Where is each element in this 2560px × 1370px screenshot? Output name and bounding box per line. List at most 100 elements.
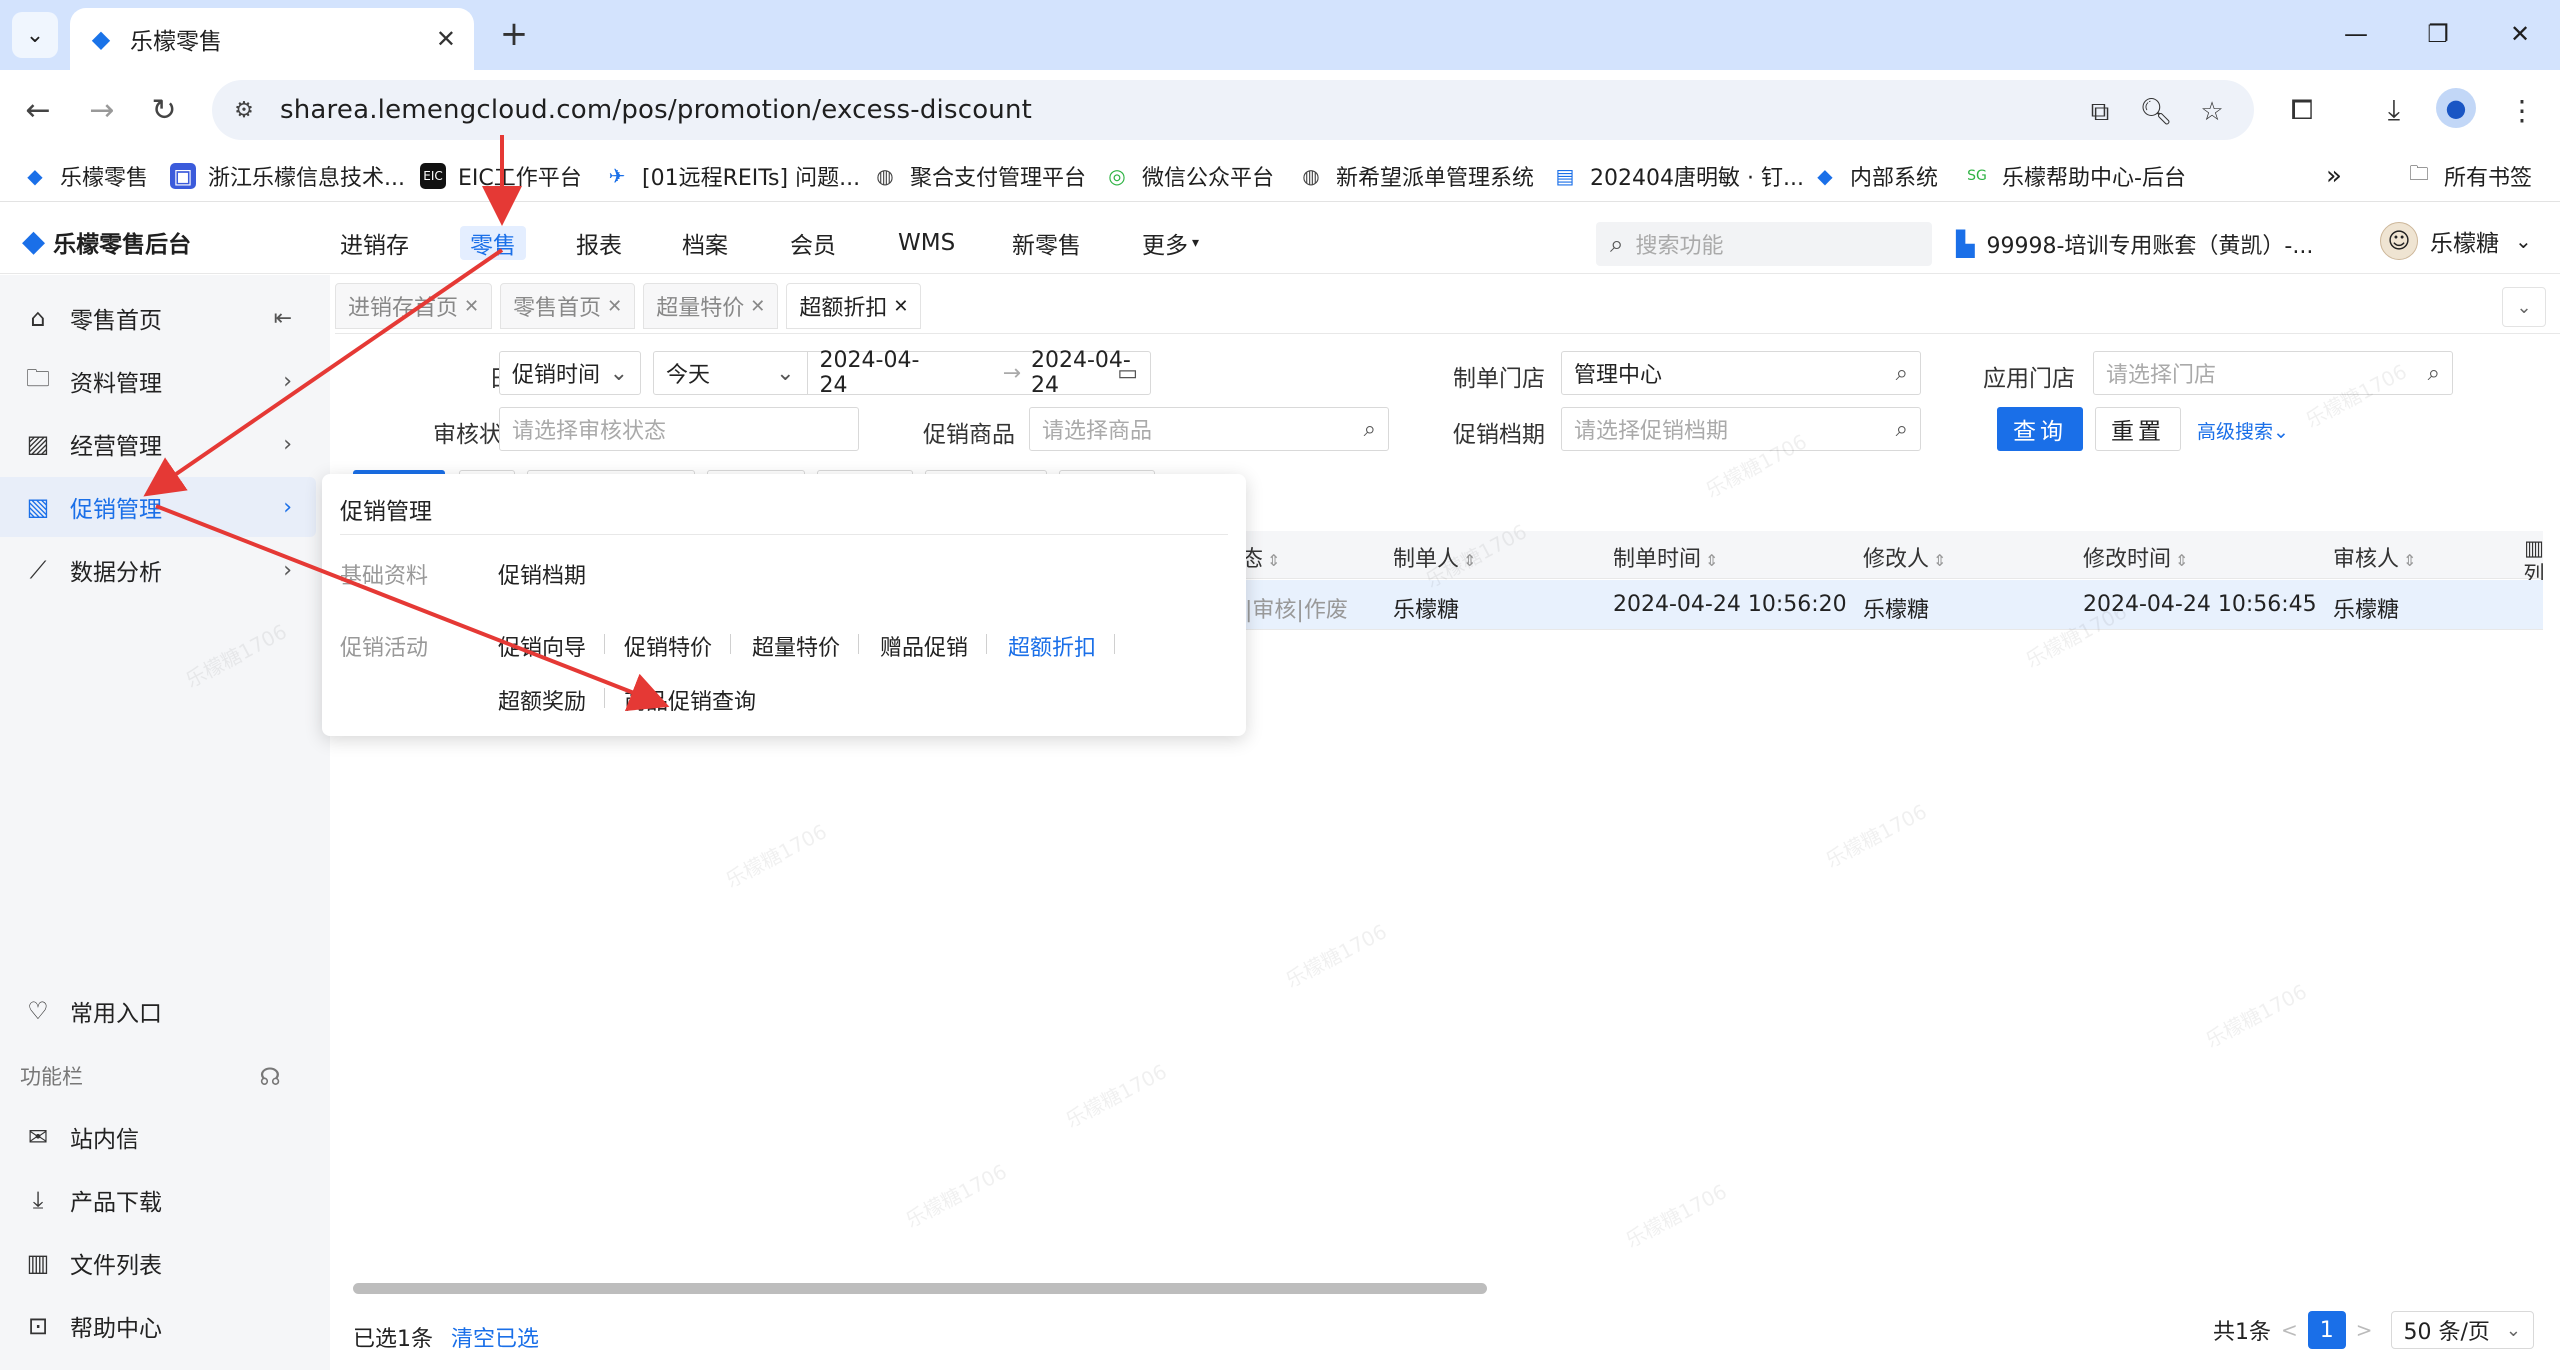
sidebar-item-product-download[interactable]: ⤓ 产品下载 [0, 1170, 316, 1230]
topnav-more[interactable]: 更多 ▾ [1142, 226, 1199, 260]
tab-search-chevron-icon[interactable]: ⌄ [12, 12, 58, 58]
bookmark-item[interactable]: ◍ 新希望派单管理系统 [1298, 158, 1534, 194]
topnav-jinxiaocun[interactable]: 进销存 [340, 226, 409, 260]
close-icon[interactable]: ✕ [750, 296, 765, 317]
menu-item-gift-promo[interactable]: 赠品促销 [880, 630, 968, 662]
bookmark-item[interactable]: SG 乐檬帮助中心-后台 [1964, 158, 2186, 194]
page-number[interactable]: 1 [2307, 1311, 2346, 1349]
advanced-search-link[interactable]: 高级搜索⌄ [2197, 417, 2289, 444]
tab-jinxiaocun-home[interactable]: 进销存首页 ✕ [335, 283, 493, 329]
bookmark-item[interactable]: ▤ 202404唐明敏 · 钉... [1552, 158, 1804, 194]
sidebar-item-help-center[interactable]: ⊡ 帮助中心 [0, 1296, 316, 1356]
date-range-picker[interactable]: 今天 ⌄ 2024-04-24 → 2024-04-24 ▭ [653, 348, 1151, 398]
translate-icon[interactable]: ⧉ [2078, 90, 2122, 134]
apply-store-label: 应用门店 [1983, 366, 2075, 392]
bookmark-item[interactable]: ▣ 浙江乐檬信息技术... [170, 158, 405, 194]
topnav-archive[interactable]: 档案 [682, 226, 728, 260]
page-size-select[interactable]: 50 条/页 ⌄ [2390, 1311, 2534, 1349]
horizontal-scrollbar[interactable] [353, 1283, 1487, 1294]
menu-item-excess-reward[interactable]: 超额奖励 [498, 684, 586, 716]
bookmark-item[interactable]: ◍ 聚合支付管理平台 [872, 158, 1086, 194]
bookmark-star-icon[interactable]: ☆ [2190, 90, 2234, 134]
all-bookmarks[interactable]: 🗀 所有书签 [2406, 158, 2532, 194]
restore-icon[interactable]: ❐ [2408, 14, 2468, 54]
sidebar-item-retail-home[interactable]: ⌂ 零售首页 ⇤ [0, 288, 316, 348]
sidebar-item-file-list[interactable]: ▥ 文件列表 [0, 1233, 316, 1293]
col-modifier[interactable]: 修改人 ⇕ [1863, 541, 1946, 573]
date-start[interactable]: 2024-04-24 [820, 348, 939, 398]
menu-item-excess-discount[interactable]: 超额折扣 [1008, 630, 1096, 662]
topnav-member[interactable]: 会员 [790, 226, 836, 260]
sidebar-item-inbox[interactable]: ✉ 站内信 [0, 1107, 316, 1167]
window-close-icon[interactable]: ✕ [2490, 14, 2550, 54]
tab-close-icon[interactable]: ✕ [436, 25, 456, 53]
query-button[interactable]: 查询 [1997, 407, 2083, 451]
topnav-new-retail[interactable]: 新零售 [1012, 226, 1081, 260]
headset-icon[interactable]: ☊ [252, 1047, 296, 1107]
sidebar-item-data-management[interactable]: 🗀 资料管理 › [0, 351, 316, 411]
menu-item-promo-period[interactable]: 促销档期 [498, 558, 586, 590]
menu-item-product-promo-query[interactable]: 商品促销查询 [624, 684, 756, 716]
clear-selection-link[interactable]: 清空已选 [451, 1321, 539, 1353]
col-status[interactable]: 态 ⇕ [1241, 541, 1280, 573]
sidebar-common-entry[interactable]: ♡ 常用入口 [0, 981, 316, 1041]
minimize-icon[interactable]: — [2326, 14, 2386, 54]
browser-menu-icon[interactable]: ⋮ [2500, 88, 2544, 132]
bookmark-item[interactable]: ◎ 微信公众平台 [1104, 158, 1274, 194]
tabs-dropdown-chevron-icon[interactable]: ⌄ [2502, 287, 2546, 327]
zoom-icon[interactable]: 🔍︎ [2134, 90, 2178, 134]
menu-item-promo-wizard[interactable]: 促销向导 [498, 630, 586, 662]
reset-button[interactable]: 重置 [2095, 407, 2181, 451]
audit-status-select[interactable]: 请选择审核状态 [499, 407, 859, 451]
sort-icon: ⇕ [1463, 551, 1477, 570]
profile-avatar-icon[interactable]: ● [2436, 88, 2476, 128]
app-logo[interactable]: ◆ 乐檬零售后台 [22, 224, 191, 259]
close-icon[interactable]: ✕ [893, 296, 908, 317]
close-icon[interactable]: ✕ [464, 296, 479, 317]
col-creator[interactable]: 制单人 ⇕ [1393, 541, 1476, 573]
extensions-puzzle-icon[interactable]: ⧠ [2280, 88, 2324, 132]
col-modify-time[interactable]: 修改时间 ⇕ [2083, 541, 2188, 573]
next-page-icon[interactable]: > [2356, 1318, 2373, 1342]
sidebar-item-operation-management[interactable]: ▨ 经营管理 › [0, 414, 316, 474]
browser-tab-title: 乐檬零售 [130, 29, 222, 55]
topnav-retail[interactable]: 零售 [460, 226, 526, 260]
bookmark-item[interactable]: EIC EIC工作平台 [420, 158, 582, 194]
bookmarks-overflow-icon[interactable]: » [2326, 158, 2342, 194]
promo-product-input[interactable]: 请选择商品 ⌕ [1029, 407, 1389, 451]
store-input[interactable]: 管理中心 ⌕ [1561, 351, 1921, 395]
tab-retail-home[interactable]: 零售首页 ✕ [500, 283, 636, 329]
topnav-report[interactable]: 报表 [576, 226, 622, 260]
lemeng-icon: ◆ [27, 164, 43, 188]
forward-arrow-icon[interactable]: → [80, 88, 124, 132]
tab-excess-special-price[interactable]: 超量特价 ✕ [643, 283, 779, 329]
prev-page-icon[interactable]: < [2281, 1318, 2298, 1342]
new-tab-plus-icon[interactable]: + [494, 14, 534, 54]
col-create-time[interactable]: 制单时间 ⇕ [1613, 541, 1718, 573]
back-arrow-icon[interactable]: ← [16, 88, 60, 132]
collapse-sidebar-icon[interactable]: ⇤ [274, 306, 292, 331]
bookmark-item[interactable]: ✈ [01远程REITs] 问题... [604, 158, 860, 194]
date-type-select[interactable]: 促销时间 ⌄ [499, 351, 641, 395]
sidebar-item-promotion-management[interactable]: ▧ 促销管理 › [0, 477, 316, 537]
sidebar-item-data-analysis[interactable]: ⟋ 数据分析 › [0, 540, 316, 600]
menu-item-excess-special-price[interactable]: 超量特价 [752, 630, 840, 662]
browser-tab[interactable]: ◆ 乐檬零售 ✕ [70, 8, 474, 70]
date-preset-select[interactable]: 今天 ⌄ [654, 352, 808, 394]
account-switcher[interactable]: ▙ 99998-培训专用账套（黄凯）-... [1956, 228, 2313, 260]
download-icon[interactable]: ⤓ [2372, 88, 2416, 132]
address-bar[interactable]: ⚙ sharea.lemengcloud.com/pos/promotion/e… [212, 80, 2254, 140]
close-icon[interactable]: ✕ [607, 296, 622, 317]
menu-item-promo-special-price[interactable]: 促销特价 [624, 630, 712, 662]
topnav-wms[interactable]: WMS [898, 226, 955, 260]
user-menu[interactable]: ☺ 乐檬糖 ⌄ [2380, 222, 2532, 260]
bookmark-item[interactable]: ◆ 乐檬零售 [22, 158, 148, 194]
tab-excess-discount[interactable]: 超额折扣 ✕ [786, 283, 922, 329]
function-search-input[interactable]: ⌕ 搜索功能 [1596, 222, 1932, 266]
col-auditor[interactable]: 审核人 ⇕ [2333, 541, 2416, 573]
apply-store-input[interactable]: 请选择门店 ⌕ [2093, 351, 2453, 395]
reload-icon[interactable]: ↻ [142, 88, 186, 132]
bookmark-item[interactable]: ◆ 内部系统 [1812, 158, 1938, 194]
site-info-icon[interactable]: ⚙ [222, 88, 266, 132]
promo-period-input[interactable]: 请选择促销档期 ⌕ [1561, 407, 1921, 451]
